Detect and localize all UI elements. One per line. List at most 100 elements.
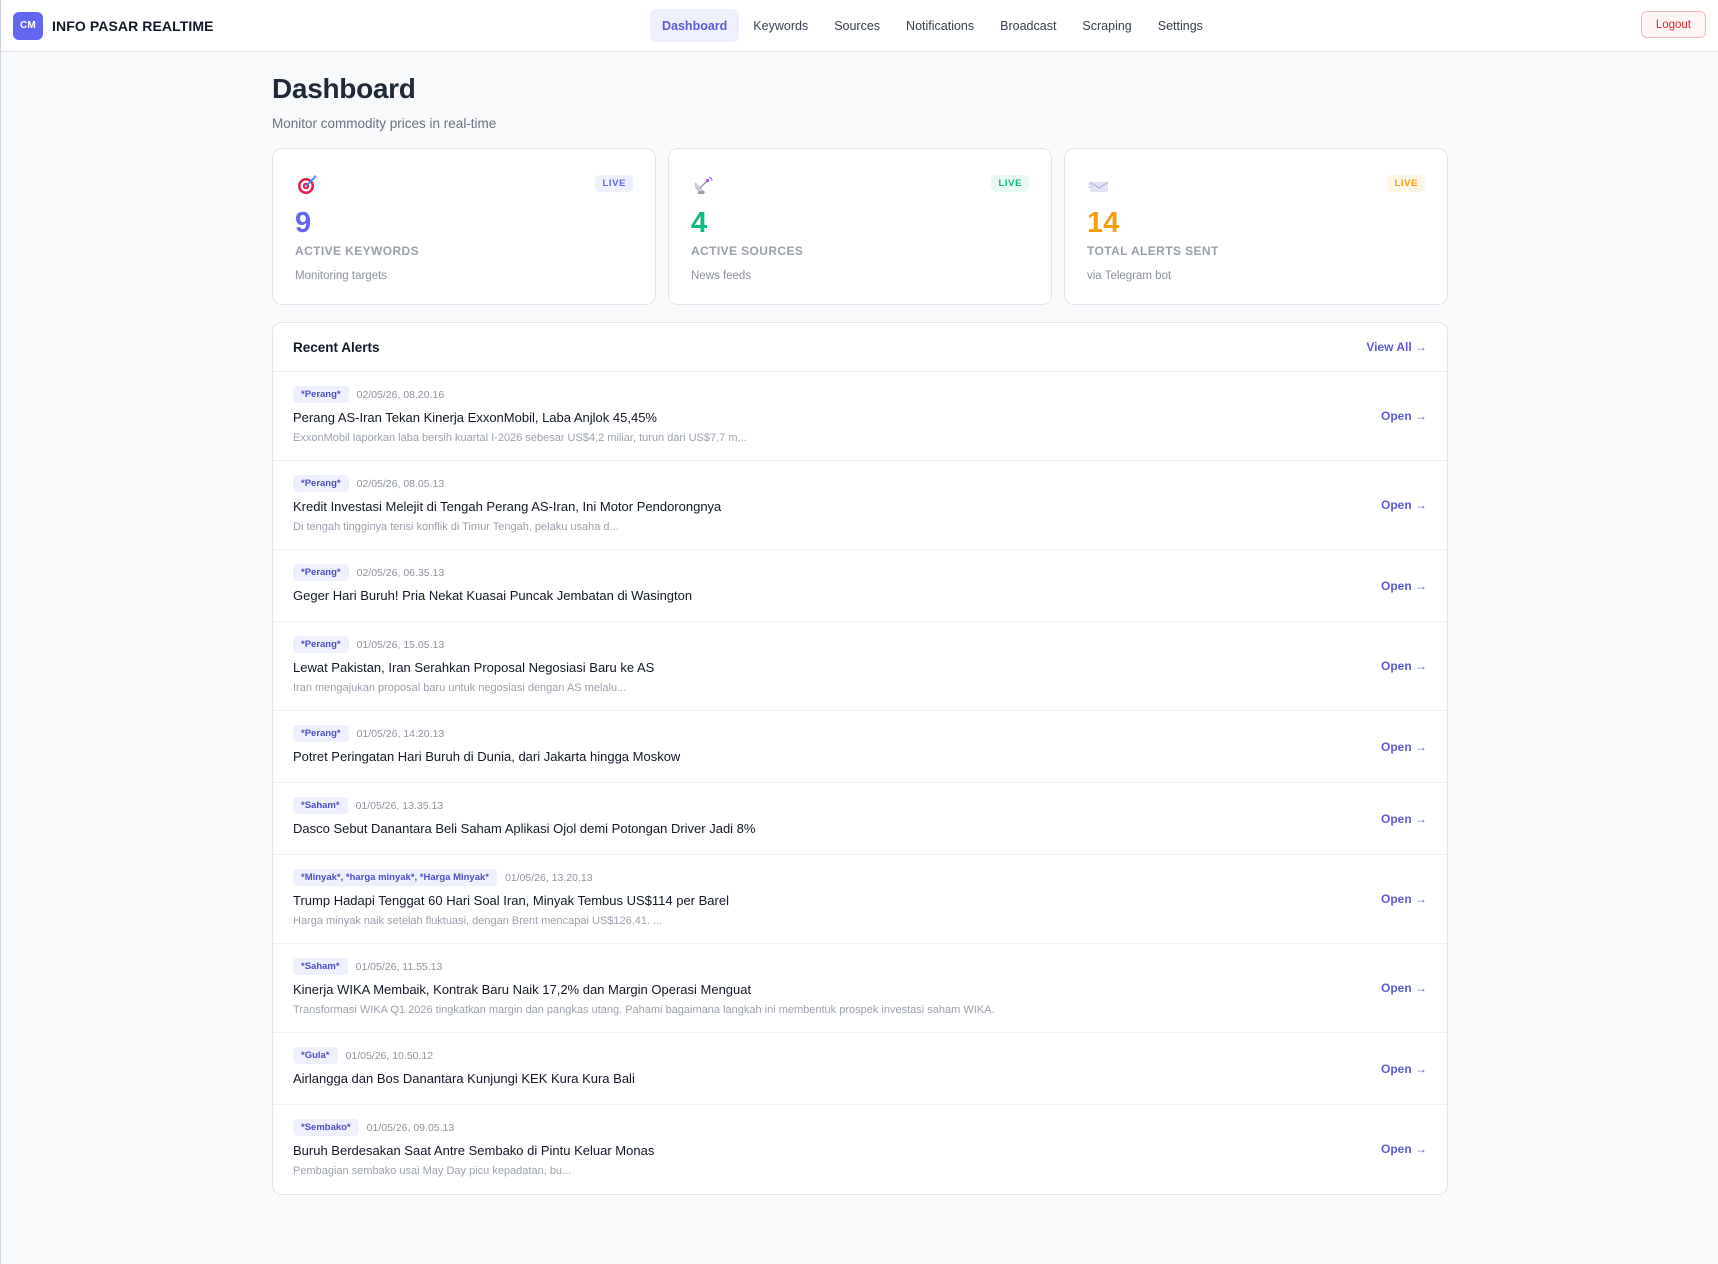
alert-snippet: Transformasi WIKA Q1 2026 tingkatkan mar… <box>293 1004 995 1016</box>
alert-title[interactable]: Trump Hadapi Tenggat 60 Hari Soal Iran, … <box>293 893 729 908</box>
alert-snippet: Harga minyak naik setelah fluktuasi, den… <box>293 915 663 927</box>
stats-row: LIVE 9 ACTIVE KEYWORDS Monitoring target… <box>272 148 1448 305</box>
alert-title[interactable]: Kinerja WIKA Membaik, Kontrak Baru Naik … <box>293 982 751 997</box>
alert-item: *Sembako* 01/05/26, 09.05.13 Buruh Berdesa… <box>273 1105 1447 1194</box>
open-link[interactable]: Open → <box>1381 1142 1427 1156</box>
alert-meta: *Perang* 01/05/26, 14.20.13 <box>293 725 444 742</box>
live-badge: LIVE <box>1387 175 1425 192</box>
alert-title[interactable]: Airlangga dan Bos Danantara Kunjungi KEK… <box>293 1071 635 1086</box>
nav-settings[interactable]: Settings <box>1146 9 1215 42</box>
alert-title[interactable]: Potret Peringatan Hari Buruh di Dunia, d… <box>293 749 680 764</box>
nav-sources[interactable]: Sources <box>822 9 892 42</box>
open-link[interactable]: Open → <box>1381 740 1427 754</box>
alert-timestamp: 01/05/26, 09.05.13 <box>366 1121 455 1134</box>
alert-timestamp: 02/05/26, 08.20.16 <box>356 388 445 401</box>
alert-timestamp: 02/05/26, 08.05.13 <box>356 477 445 490</box>
alert-timestamp: 01/05/26, 15.05.13 <box>356 638 445 651</box>
alert-item: *Perang* 02/05/26, 06.35.13 Geger Hari Bur… <box>273 550 1447 622</box>
keyword-tag: *Saham* <box>293 958 348 975</box>
open-link[interactable]: Open → <box>1381 498 1427 512</box>
stat-card-keywords: LIVE 9 ACTIVE KEYWORDS Monitoring target… <box>272 148 656 305</box>
alert-timestamp: 02/05/26, 06.35.13 <box>356 566 445 579</box>
alert-meta: *Gula* 01/05/26, 10.50.12 <box>293 1047 433 1064</box>
envelope-icon <box>1088 181 1109 192</box>
keyword-tag: *Perang* <box>293 475 349 492</box>
alert-meta: *Perang* 02/05/26, 08.05.13 <box>293 475 444 492</box>
alert-title[interactable]: Lewat Pakistan, Iran Serahkan Proposal N… <box>293 660 654 675</box>
alert-item: *Perang* 01/05/26, 14.20.13 Potret Peringa… <box>273 711 1447 783</box>
stat-label: ACTIVE KEYWORDS <box>295 244 420 258</box>
keyword-tag: *Minyak*, *harga minyak*, *Harga Minyak* <box>293 869 497 886</box>
open-link[interactable]: Open → <box>1381 1062 1427 1076</box>
main-nav: Dashboard Keywords Sources Notifications… <box>650 9 1215 42</box>
alert-item: *Perang* 02/05/26, 08.20.16 Perang AS-Iran… <box>273 372 1447 461</box>
keyword-tag: *Saham* <box>293 797 348 814</box>
keyword-tag: *Sembako* <box>293 1119 359 1136</box>
alert-title[interactable]: Perang AS-Iran Tekan Kinerja ExxonMobil,… <box>293 410 657 425</box>
alert-meta: *Perang* 02/05/26, 08.20.16 <box>293 386 444 403</box>
live-badge: LIVE <box>595 175 633 192</box>
open-link[interactable]: Open → <box>1381 579 1427 593</box>
alert-item: *Perang* 01/05/26, 15.05.13 Lewat Pakistan… <box>273 622 1447 711</box>
target-icon <box>298 175 317 194</box>
page-title: Dashboard <box>272 73 416 104</box>
keyword-tag: *Gula* <box>293 1047 338 1064</box>
stat-desc: via Telegram bot <box>1087 270 1172 282</box>
nav-dashboard[interactable]: Dashboard <box>650 9 740 42</box>
alert-timestamp: 01/05/26, 11.55.13 <box>355 960 443 973</box>
alert-title[interactable]: Geger Hari Buruh! Pria Nekat Kuasai Punc… <box>293 588 692 603</box>
page-subtitle: Monitor commodity prices in real-time <box>272 116 497 131</box>
alert-title[interactable]: Kredit Investasi Melejit di Tengah Peran… <box>293 499 721 514</box>
view-all-link[interactable]: View All → <box>1366 340 1427 354</box>
alert-meta: *Sembako* 01/05/26, 09.05.13 <box>293 1119 454 1136</box>
nav-scraping[interactable]: Scraping <box>1070 9 1143 42</box>
open-link[interactable]: Open → <box>1381 409 1427 423</box>
keyword-tag: *Perang* <box>293 636 349 653</box>
open-link[interactable]: Open → <box>1381 981 1427 995</box>
alert-title[interactable]: Buruh Berdesakan Saat Antre Sembako di P… <box>293 1143 654 1158</box>
alert-timestamp: 01/05/26, 13.20.13 <box>504 871 593 884</box>
stat-value: 4 <box>691 207 708 239</box>
alert-timestamp: 01/05/26, 14.20.13 <box>356 727 445 740</box>
alert-meta: *Minyak*, *harga minyak*, *Harga Minyak*… <box>293 869 593 886</box>
stat-value: 14 <box>1087 207 1120 239</box>
alert-item: *Minyak*, *harga minyak*, *Harga Minyak*… <box>273 855 1447 944</box>
nav-keywords[interactable]: Keywords <box>741 9 820 42</box>
open-link[interactable]: Open → <box>1381 892 1427 906</box>
stat-desc: Monitoring targets <box>295 270 388 282</box>
alert-item: *Saham* 01/05/26, 11.55.13 Kinerja WIKA Me… <box>273 944 1447 1033</box>
keyword-tag: *Perang* <box>293 564 349 581</box>
alert-timestamp: 01/05/26, 13.35.13 <box>355 799 444 812</box>
recent-alerts-header: Recent Alerts View All → <box>273 323 1447 372</box>
top-navbar: CM INFO PASAR REALTIME Dashboard Keyword… <box>1 0 1718 52</box>
keyword-tag: *Perang* <box>293 386 349 403</box>
satellite-dish-icon <box>694 176 713 194</box>
keyword-tag: *Perang* <box>293 725 349 742</box>
nav-broadcast[interactable]: Broadcast <box>988 9 1068 42</box>
alert-meta: *Saham* 01/05/26, 11.55.13 <box>293 958 442 975</box>
alert-item: *Saham* 01/05/26, 13.35.13 Dasco Sebut Dan… <box>273 783 1447 855</box>
recent-alerts-panel: Recent Alerts View All → *Perang* 02/05/2… <box>272 322 1448 1195</box>
stat-card-alerts: LIVE 14 TOTAL ALERTS SENT via Telegram b… <box>1064 148 1448 305</box>
stat-card-sources: LIVE 4 ACTIVE SOURCES News feeds <box>668 148 1052 305</box>
stat-desc: News feeds <box>691 270 752 282</box>
stat-label: ACTIVE SOURCES <box>691 244 804 258</box>
main-content: Dashboard Monitor commodity prices in re… <box>272 52 1448 1195</box>
alert-meta: *Perang* 02/05/26, 06.35.13 <box>293 564 444 581</box>
brand-logo: CM <box>13 11 43 40</box>
alert-title[interactable]: Dasco Sebut Danantara Beli Saham Aplikas… <box>293 821 755 836</box>
alert-snippet: ExxonMobil laporkan laba bersih kuartal … <box>293 432 747 444</box>
open-link[interactable]: Open → <box>1381 659 1427 673</box>
stat-value: 9 <box>295 207 312 239</box>
brand[interactable]: CM INFO PASAR REALTIME <box>13 11 214 40</box>
nav-notifications[interactable]: Notifications <box>894 9 986 42</box>
alert-item: *Perang* 02/05/26, 08.05.13 Kredit Investa… <box>273 461 1447 550</box>
alert-list: *Perang* 02/05/26, 08.20.16 Perang AS-Iran… <box>273 372 1447 1194</box>
brand-name: INFO PASAR REALTIME <box>52 17 214 34</box>
alert-snippet: Iran mengajukan proposal baru untuk nego… <box>293 682 627 694</box>
alert-snippet: Pembagian sembako usai May Day picu kepa… <box>293 1165 572 1177</box>
logout-button[interactable]: Logout <box>1640 11 1706 38</box>
alert-meta: *Perang* 01/05/26, 15.05.13 <box>293 636 444 653</box>
open-link[interactable]: Open → <box>1381 812 1427 826</box>
alert-timestamp: 01/05/26, 10.50.12 <box>345 1049 434 1062</box>
